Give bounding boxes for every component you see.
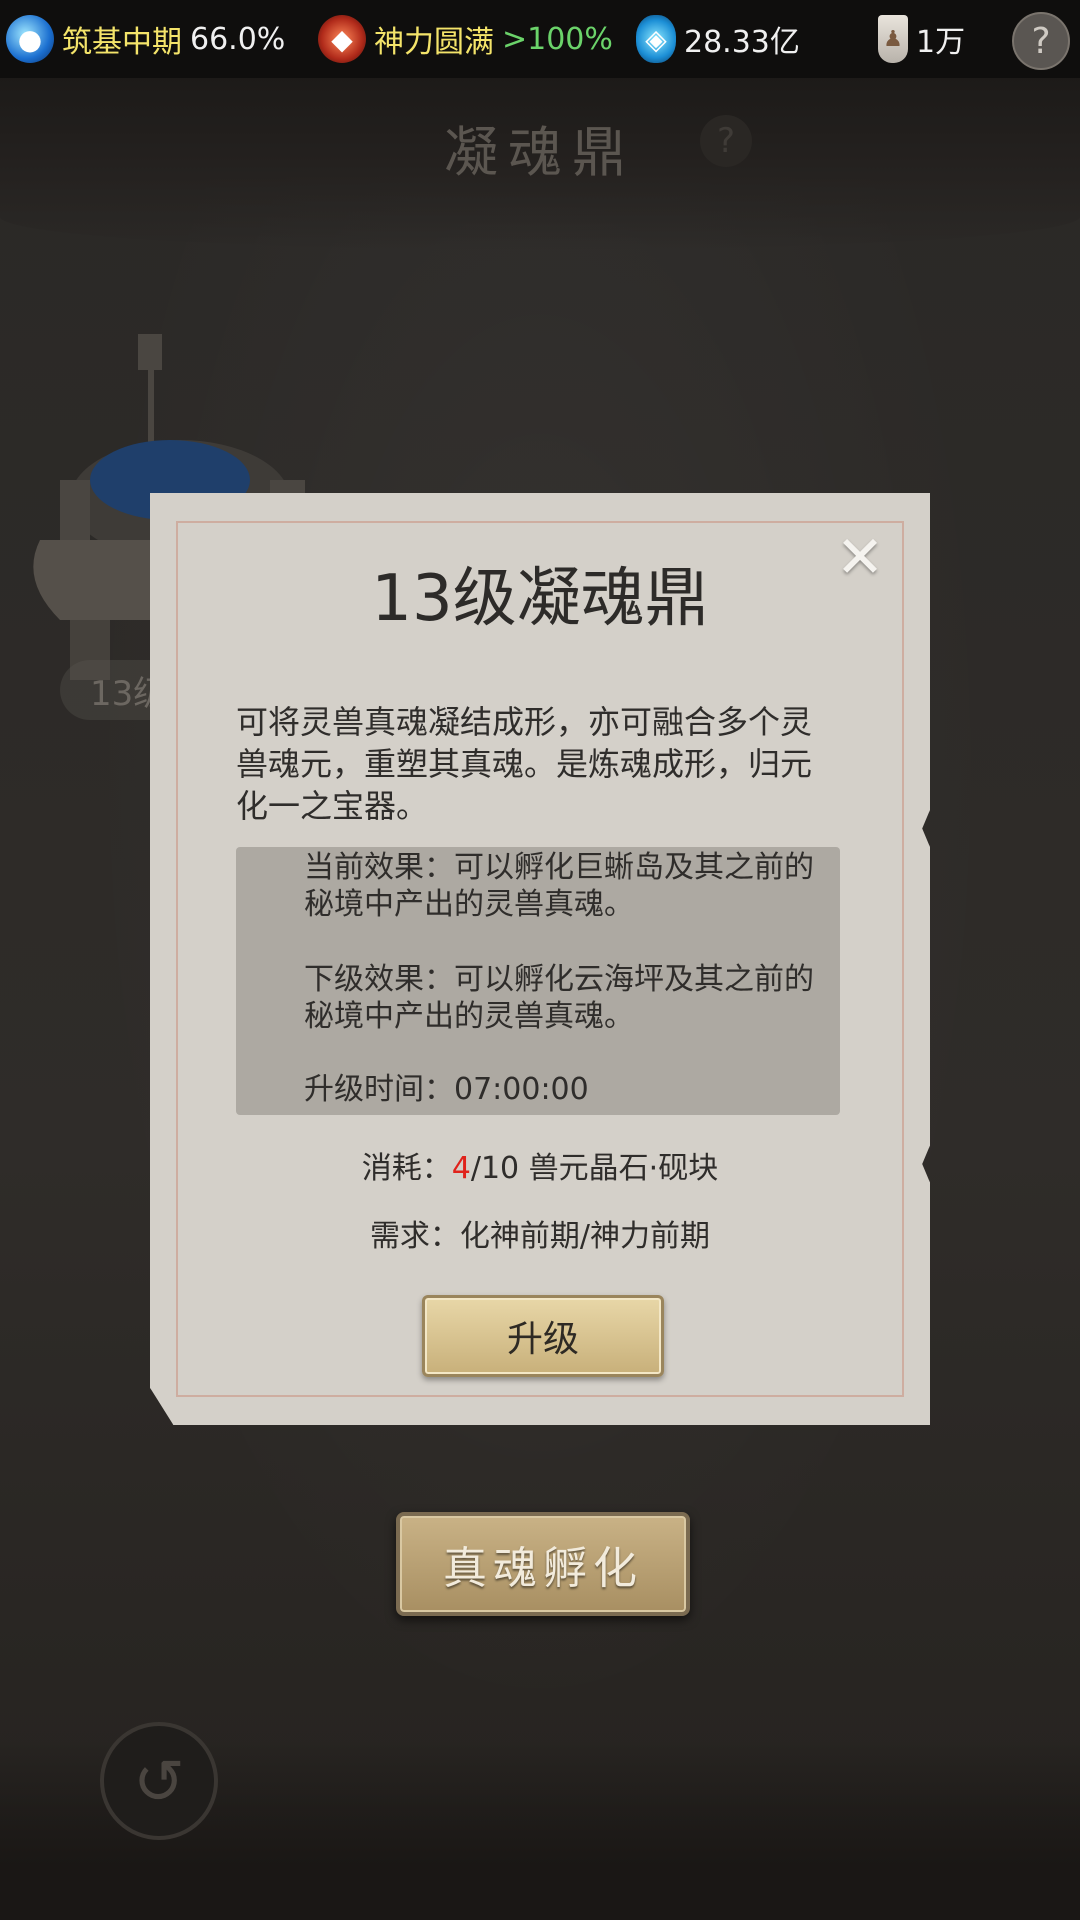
upgrade-time: 升级时间：07:00:00: [304, 1072, 589, 1107]
cost-rest: /10 兽元晶石·砚块: [470, 1151, 719, 1186]
divine-crystal-icon: ◆: [318, 15, 366, 63]
cost-line: 消耗：4/10 兽元晶石·砚块: [150, 1143, 930, 1187]
spirit-stone-stat[interactable]: ◈ 28.33亿: [636, 0, 800, 78]
title-help-icon[interactable]: ?: [700, 115, 752, 167]
requirement-line: 需求：化神前期/神力前期: [369, 1219, 711, 1254]
cultivation-orb-icon: ●: [6, 15, 54, 63]
divine-stat[interactable]: ◆ 神力圆满 >100%: [318, 0, 613, 78]
spirit-stone-value: 28.33亿: [684, 25, 800, 60]
cultivation-label: 筑基中期: [62, 25, 182, 60]
effects-panel: 当前效果：可以孵化巨蜥岛及其之前的秘境中产出的灵兽真魂。 下级效果：可以孵化云海…: [236, 847, 840, 1115]
current-effect: 当前效果：可以孵化巨蜥岛及其之前的秘境中产出的灵兽真魂。: [304, 850, 814, 922]
modal-description: 可将灵兽真魂凝结成形，亦可融合多个灵兽魂元，重塑其真魂。是炼魂成形，归元化一之宝…: [236, 703, 813, 825]
cultivation-value: 66.0%: [190, 21, 286, 57]
divine-label: 神力圆满: [374, 25, 494, 60]
next-effect: 下级效果：可以孵化云海坪及其之前的秘境中产出的灵兽真魂。: [304, 962, 814, 1034]
help-icon[interactable]: ?: [1012, 12, 1070, 70]
upgrade-button[interactable]: 升级: [422, 1295, 664, 1377]
banner-icon: ♟: [878, 15, 908, 63]
upgrade-modal: 13级凝魂鼎 ✕ 可将灵兽真魂凝结成形，亦可融合多个灵兽魂元，重塑其真魂。是炼魂…: [150, 493, 930, 1425]
close-icon[interactable]: ✕: [832, 528, 888, 586]
spirit-stone-icon: ◈: [636, 15, 676, 63]
hatch-button[interactable]: 真魂孵化: [396, 1512, 690, 1616]
cost-label: 消耗：: [361, 1151, 452, 1186]
divine-value: >100%: [502, 21, 613, 57]
page-title: 凝魂鼎: [444, 121, 636, 184]
cultivation-stat[interactable]: ● 筑基中期 66.0%: [6, 0, 285, 78]
back-arrow-icon[interactable]: ↺: [100, 1722, 218, 1840]
cost-have: 4: [451, 1151, 471, 1186]
modal-title: 13级凝魂鼎: [371, 562, 709, 636]
scroll-value: 1万: [916, 25, 966, 60]
resource-bar: ● 筑基中期 66.0% ◆ 神力圆满 >100% ◈ 28.33亿 ♟ 1万 …: [0, 0, 1080, 78]
scroll-stat[interactable]: ♟ 1万: [878, 0, 965, 78]
